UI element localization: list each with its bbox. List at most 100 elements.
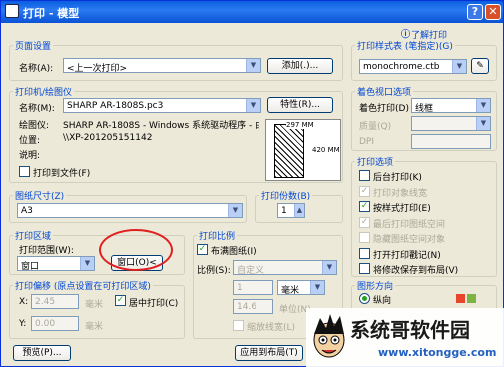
watermark: 系统哥软件园 www.xitongge.com xyxy=(306,294,504,367)
y-offset-value: 0.00 xyxy=(35,319,56,329)
plot-option-checkbox[interactable] xyxy=(359,170,370,181)
chevron-down-icon: ▼ xyxy=(476,99,490,112)
location-value: \\XP-201205151142 xyxy=(63,133,153,143)
center-plot-label: 居中打印(C) xyxy=(129,299,179,309)
apply-to-layout-button[interactable]: 应用到布局(T) xyxy=(235,345,303,361)
plot-option-checkbox[interactable] xyxy=(359,232,370,243)
quality-select[interactable]: ▼ xyxy=(411,116,491,131)
portrait-radio[interactable] xyxy=(359,293,370,304)
scale-lineweight-checkbox[interactable] xyxy=(233,320,244,331)
y-offset-label: Y: xyxy=(19,319,27,329)
close-button[interactable]: ✕ xyxy=(485,4,501,20)
copies-value: 1 xyxy=(281,206,287,216)
chevron-down-icon: ▼ xyxy=(322,261,336,274)
spinner-arrows-icon: ▲ xyxy=(294,204,304,217)
plot-options-title: 打印选项 xyxy=(355,155,396,168)
dpi-label: DPI xyxy=(359,137,375,147)
scale-unit-value: 毫米 xyxy=(281,286,300,296)
copies-spinner[interactable]: 1 ▲ xyxy=(277,203,305,218)
scale-label: 比例(S): xyxy=(197,266,231,276)
logo-green-square xyxy=(467,294,476,303)
plot-option-checkbox[interactable] xyxy=(359,263,370,274)
style-table-select[interactable]: monochrome.ctb ▼ xyxy=(359,59,467,74)
chevron-down-icon: ▼ xyxy=(80,257,94,270)
style-table-title: 打印样式表 (笔指定)(G) xyxy=(355,39,455,52)
scale-drawing-value: 14.64 xyxy=(237,302,256,312)
center-plot-checkbox[interactable]: ✓ xyxy=(115,295,126,306)
dpi-input[interactable] xyxy=(411,134,491,149)
x-offset-unit: 毫米 xyxy=(85,300,104,310)
plot-scale-title: 打印比例 xyxy=(197,229,238,242)
portrait-label: 纵向 xyxy=(373,296,392,306)
plot-option-label: 打印对象线宽 xyxy=(373,188,428,199)
paper-shape xyxy=(274,124,304,178)
chevron-down-icon: ▼ xyxy=(246,59,260,72)
logo-red-square xyxy=(456,294,465,303)
plot-option-checkbox[interactable]: ✓ xyxy=(359,201,370,212)
print-to-file-checkbox[interactable] xyxy=(19,166,30,177)
quality-label: 质量(Q) xyxy=(359,122,392,132)
shaded-viewport-title: 着色视口选项 xyxy=(355,85,414,98)
shade-plot-select[interactable]: 线框 ▼ xyxy=(411,98,491,114)
paper-size-value: A3 xyxy=(21,206,33,216)
help-button[interactable]: ? xyxy=(467,4,483,20)
scale-paper-value: 1 xyxy=(237,283,243,293)
plot-range-label: 打印范围(W): xyxy=(19,246,74,256)
y-offset-input[interactable]: 0.00 xyxy=(31,316,79,331)
shade-plot-value: 线框 xyxy=(415,104,434,114)
copies-title: 打印份数(B) xyxy=(259,189,313,202)
fit-paper-checkbox[interactable]: ✓ xyxy=(197,244,208,255)
app-icon xyxy=(5,4,19,18)
title-bar[interactable]: 打印 - 模型 ? ✕ xyxy=(1,1,503,23)
paper-preview: 297 MM 420 MM xyxy=(265,119,341,181)
plot-option-label: 打开打印戳记(N) xyxy=(373,250,441,261)
red-highlight-circle xyxy=(99,229,173,271)
plotter-name-value: SHARP AR-1808S.pc3 xyxy=(67,101,164,111)
chevron-down-icon: ▼ xyxy=(310,281,324,294)
plot-option-label: 隐藏图纸空间对象 xyxy=(373,235,446,245)
plot-option-checkbox[interactable]: ✓ xyxy=(359,185,370,197)
plot-range-value: 窗口 xyxy=(21,262,40,272)
shade-plot-label: 着色打印(D) xyxy=(359,104,409,114)
x-offset-value: 2.45 xyxy=(35,297,56,307)
chevron-down-icon: ▼ xyxy=(228,204,242,217)
plot-offset-title: 打印偏移 (原点设置在可打印区域) xyxy=(13,279,153,292)
page-setup-value: <上一次打印> xyxy=(67,64,128,74)
x-offset-input[interactable]: 2.45 xyxy=(31,294,79,309)
properties-button[interactable]: 特性(R)... xyxy=(267,97,333,113)
location-label: 位置: xyxy=(19,136,41,146)
fit-paper-label: 布满图纸(I) xyxy=(211,247,257,257)
plot-option-checkbox[interactable]: ✓ xyxy=(359,216,370,228)
watermark-brand: 系统哥软件园 xyxy=(350,318,470,342)
window-title: 打印 - 模型 xyxy=(23,7,80,20)
page-setup-name-label: 名称(A): xyxy=(19,64,54,74)
scale-paper-input[interactable]: 1 xyxy=(233,280,273,295)
paper-size-select[interactable]: A3 ▼ xyxy=(17,203,243,218)
plotter-select[interactable]: SHARP AR-1808S.pc3 ▼ xyxy=(63,98,261,113)
plot-option-label: 后台打印(K) xyxy=(373,173,422,183)
mascot-icon xyxy=(313,314,345,358)
scale-unit-select[interactable]: 毫米 ▼ xyxy=(277,280,325,296)
preview-button[interactable]: 预览(P)... xyxy=(13,345,71,361)
y-offset-unit: 毫米 xyxy=(85,322,104,332)
plotter-value: SHARP AR-1808S - Windows 系统驱动程序 - 由 ... xyxy=(63,121,259,131)
preview-width: 297 MM xyxy=(286,121,314,129)
plot-range-select[interactable]: 窗口 ▼ xyxy=(17,256,95,272)
scale-select[interactable]: 自定义 ▼ xyxy=(233,260,337,276)
scale-value: 自定义 xyxy=(237,266,265,276)
scale-lineweight-label: 缩放线宽(L) xyxy=(247,323,296,333)
preview-height: 420 MM xyxy=(312,146,340,154)
edit-style-icon[interactable]: ✎ xyxy=(471,58,489,74)
plotter-label: 绘图仪: xyxy=(19,121,50,131)
plotter-name-label: 名称(M): xyxy=(19,104,55,114)
page-setup-select[interactable]: <上一次打印> ▼ xyxy=(63,58,261,74)
paper-size-title: 图纸尺寸(Z) xyxy=(13,189,67,202)
print-to-file-label: 打印到文件(F) xyxy=(33,169,91,179)
plot-option-label: 按样式打印(E) xyxy=(373,204,431,214)
scale-drawing-input[interactable]: 14.64 xyxy=(233,299,273,314)
style-table-value: monochrome.ctb xyxy=(363,62,440,72)
plot-option-checkbox[interactable] xyxy=(359,247,370,259)
add-button[interactable]: 添加(.)... xyxy=(267,58,333,74)
plot-option-label: 将修改保存到布局(V) xyxy=(373,266,459,276)
x-offset-label: X: xyxy=(19,297,29,307)
